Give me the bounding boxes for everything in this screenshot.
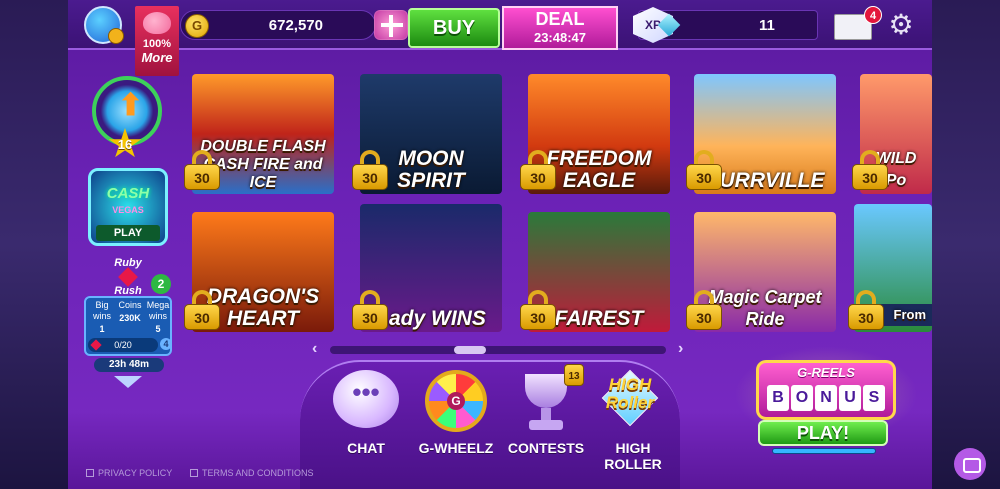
- background-left: [0, 0, 70, 489]
- stat-big-wins: Big wins 1: [88, 300, 116, 334]
- bonus-reels: B O N U S: [767, 385, 885, 411]
- cash-vegas-title: CASH: [106, 185, 150, 202]
- game-lobby: G 672,570 BUY DEAL 23:48:47 XP 11 4 ⚙ 10…: [68, 0, 932, 489]
- ruby-icon: [90, 339, 102, 351]
- lock-level: 30: [686, 164, 722, 190]
- help-chat-icon[interactable]: [954, 448, 986, 480]
- high-roller-button[interactable]: HIGH Roller HIGH ROLLER: [588, 369, 678, 472]
- lock-icon: 30: [686, 150, 722, 190]
- lock-icon: 30: [184, 290, 220, 330]
- lock-icon: 30: [184, 150, 220, 190]
- high-roller-logo: HIGH Roller: [605, 375, 655, 412]
- privacy-policy-label: PRIVACY POLICY: [98, 468, 173, 478]
- wheel-icon: [425, 370, 487, 432]
- stat-label: Big wins: [92, 300, 111, 321]
- lock-icon: 30: [520, 290, 556, 330]
- deal-timer: 23:48:47: [533, 30, 587, 45]
- lock-level: 30: [184, 164, 220, 190]
- bonus-letter: N: [815, 385, 837, 411]
- lock-level: 30: [352, 164, 388, 190]
- lock-level: 30: [184, 304, 220, 330]
- bonus-letter: U: [839, 385, 861, 411]
- lock-icon: 30: [686, 290, 722, 330]
- g-reels-play-button[interactable]: PLAY!: [758, 420, 888, 446]
- diamond-icon: HIGH Roller: [588, 369, 672, 432]
- xp-display[interactable]: XP 11: [633, 7, 818, 43]
- document-icon: [190, 469, 198, 477]
- lock-icon: 30: [848, 290, 884, 330]
- lock-level: 30: [848, 304, 884, 330]
- chat-bubble-icon: •••: [333, 370, 399, 428]
- bonus-letter: B: [767, 385, 789, 411]
- scroll-thumb[interactable]: [454, 346, 486, 354]
- bonus-letter: O: [791, 385, 813, 411]
- chat-label: CHAT: [347, 440, 385, 456]
- cash-vegas-promo[interactable]: CASH VEGAS PLAY: [88, 168, 168, 246]
- g-wheelz-button[interactable]: G-WHEELZ: [414, 370, 498, 456]
- g-reels-title: G-REELS: [797, 365, 855, 380]
- lock-icon: 30: [352, 150, 388, 190]
- ruby-progress: 0/20: [88, 338, 158, 352]
- stat-label: Mega wins: [146, 300, 170, 321]
- stat-mega-wins: Mega wins 5: [144, 300, 172, 334]
- ruby-rush-panel[interactable]: Big wins 1 Coins 230K Mega wins 5 0/20 4: [84, 296, 172, 356]
- terms-label: TERMS AND CONDITIONS: [202, 468, 314, 478]
- cash-vegas-play-button[interactable]: PLAY: [96, 225, 160, 241]
- background-right: [930, 0, 1000, 489]
- lock-icon: 30: [352, 290, 388, 330]
- ruby-progress-text: 0/20: [114, 340, 132, 350]
- g-reels-bonus[interactable]: G-REELS B O N U S: [756, 360, 896, 420]
- contests-button[interactable]: 13 CONTESTS: [504, 364, 588, 456]
- chevron-right-icon[interactable]: ›: [678, 340, 683, 358]
- lock-icon: 30: [520, 150, 556, 190]
- deal-label: DEAL: [535, 9, 585, 29]
- xp-value: 11: [759, 17, 775, 34]
- privacy-policy-link[interactable]: PRIVACY POLICY: [86, 468, 172, 478]
- lock-level: 30: [520, 304, 556, 330]
- g-reels-progress: [772, 448, 876, 454]
- piggy-icon: [143, 12, 171, 34]
- piggy-bank-button[interactable]: 100% More: [135, 6, 179, 76]
- piggy-percent: 100%: [142, 38, 172, 50]
- coin-value: 672,570: [268, 17, 323, 34]
- contests-lock-icon: 13: [564, 364, 584, 386]
- avatar[interactable]: [84, 6, 124, 44]
- ruby-icon: [118, 267, 138, 287]
- top-bar: G 672,570 BUY DEAL 23:48:47 XP 11 4 ⚙: [68, 0, 932, 50]
- stat-coins: Coins 230K: [116, 300, 144, 334]
- scrollbar[interactable]: [330, 346, 666, 354]
- coin-balance[interactable]: G 672,570: [180, 10, 376, 40]
- lock-level: 30: [520, 164, 556, 190]
- terms-link[interactable]: TERMS AND CONDITIONS: [190, 468, 314, 478]
- lock-level: 30: [352, 304, 388, 330]
- lock-icon: 30: [852, 150, 888, 190]
- chevron-left-icon[interactable]: ‹: [312, 340, 317, 358]
- stat-value: 1: [99, 324, 105, 334]
- ruby-progress-badge: 4: [160, 338, 172, 350]
- arrow-up-icon: ⬆: [118, 89, 144, 122]
- stat-value: 5: [155, 324, 161, 334]
- piggy-more: More: [141, 50, 173, 65]
- high-roller-label: HIGH ROLLER: [604, 440, 662, 472]
- bonus-letter: S: [863, 385, 885, 411]
- gift-icon[interactable]: [374, 10, 408, 40]
- coin-icon: G: [185, 14, 209, 38]
- stat-label: Coins: [118, 300, 142, 310]
- lock-level: 30: [852, 164, 888, 190]
- document-icon: [86, 469, 94, 477]
- chevron-down-icon[interactable]: [114, 376, 142, 388]
- ruby-rush-logo[interactable]: Ruby Rush: [106, 256, 150, 297]
- buy-button[interactable]: BUY: [408, 8, 500, 48]
- deal-button[interactable]: DEAL 23:48:47: [502, 6, 618, 50]
- cash-vegas-sub: VEGAS: [112, 205, 144, 215]
- chat-button[interactable]: ••• CHAT: [324, 370, 408, 456]
- gear-icon[interactable]: ⚙: [888, 11, 914, 39]
- lock-level: 30: [686, 304, 722, 330]
- ruby-timer: 23h 48m: [94, 358, 164, 372]
- ruby-rush-badge: 2: [151, 274, 171, 294]
- mail-badge: 4: [864, 6, 882, 24]
- g-wheelz-label: G-WHEELZ: [418, 440, 494, 456]
- contests-label: CONTESTS: [507, 440, 585, 456]
- stat-value: 230K: [119, 313, 141, 323]
